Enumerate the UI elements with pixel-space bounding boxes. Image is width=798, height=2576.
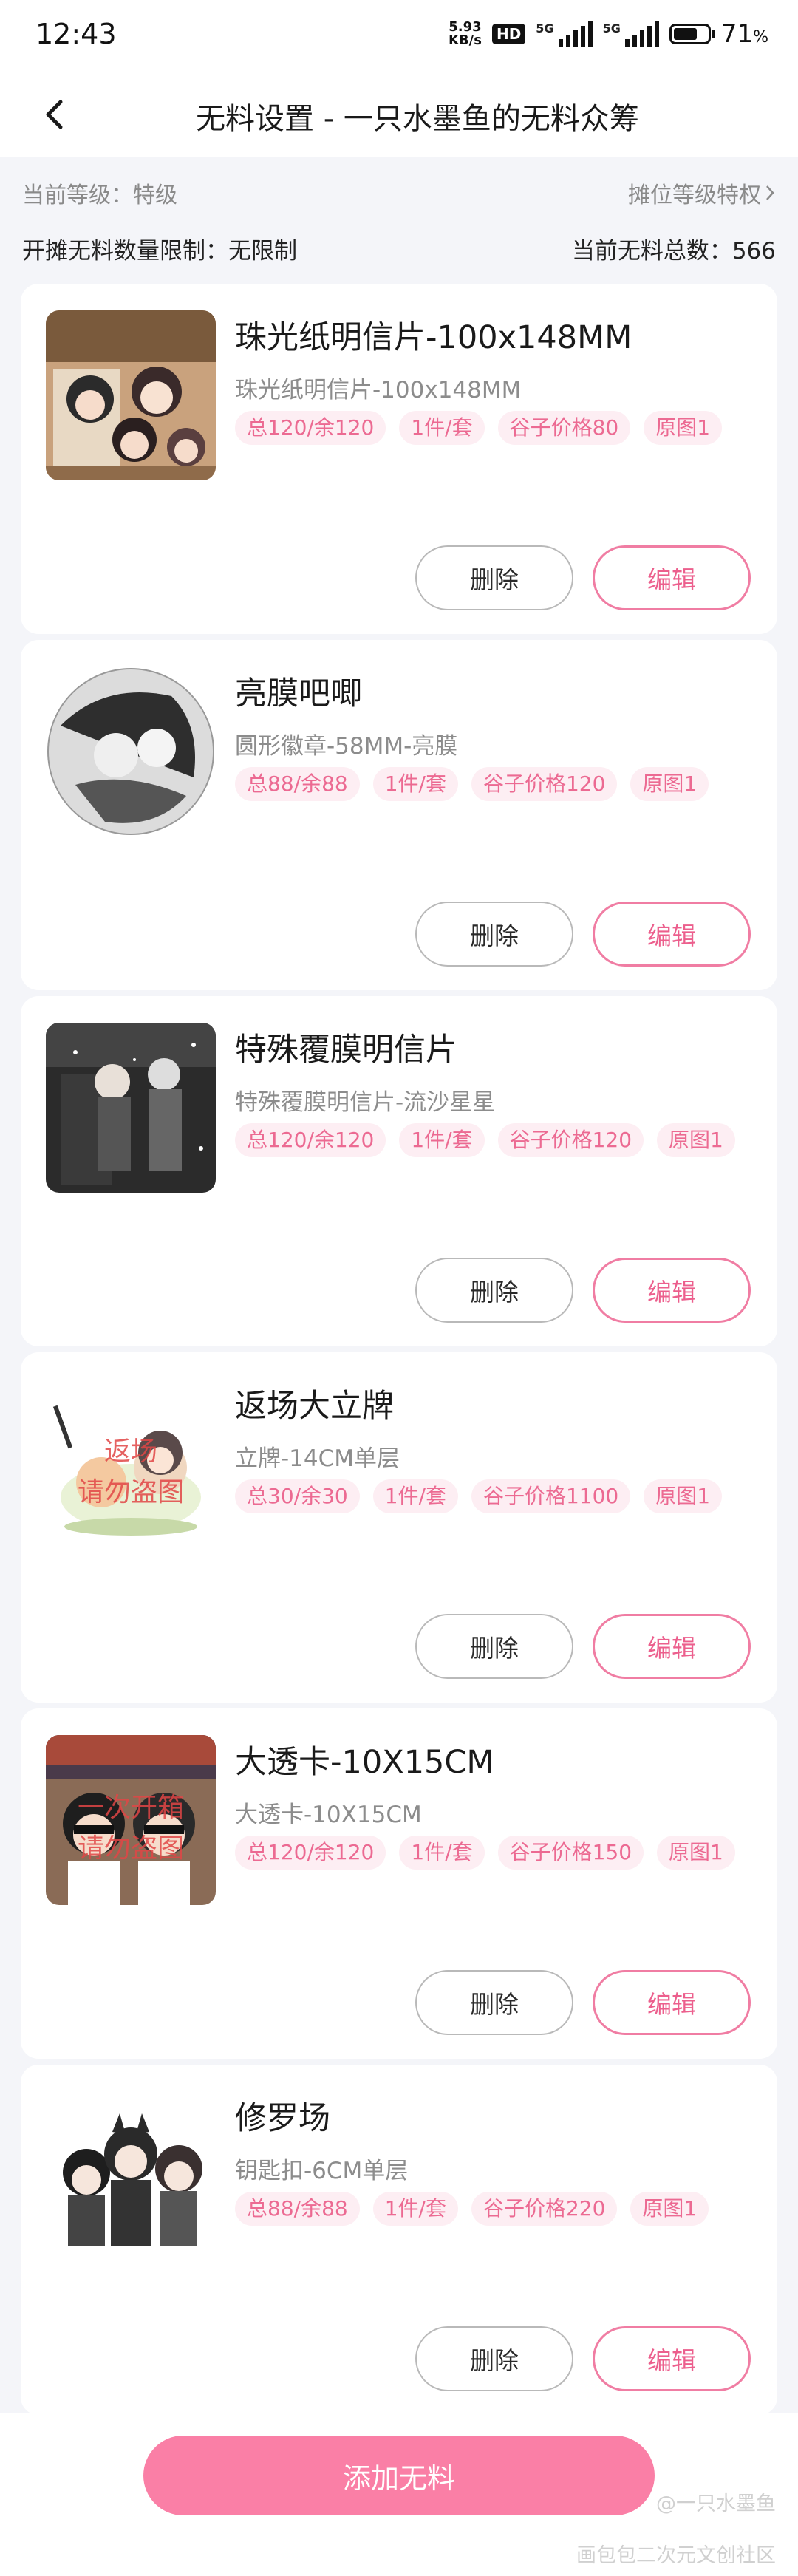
item-subtitle: 立牌-14CM单层 bbox=[235, 1445, 400, 1472]
edit-button[interactable]: 编辑 bbox=[593, 2326, 751, 2391]
item-tags: 总30/余30 1件/套 谷子价格1100 原图1 bbox=[235, 1479, 752, 1513]
item-tag: 谷子价格120 bbox=[471, 767, 618, 801]
item-title: 特殊覆膜明信片 bbox=[235, 1032, 457, 1069]
item-tags: 总88/余88 1件/套 谷子价格120 原图1 bbox=[235, 767, 752, 801]
limit-row: 开摊无料数量限制：无限制 当前无料总数：566 bbox=[22, 228, 776, 269]
keychain-thumbnail[interactable] bbox=[46, 2091, 216, 2261]
svg-text:请勿盗图: 请勿盗图 bbox=[78, 1477, 184, 1507]
nav-header: 无料设置 - 一只水墨鱼的无料众筹 bbox=[0, 74, 798, 157]
item-tag: 总120/余120 bbox=[235, 1836, 386, 1870]
delete-button[interactable]: 删除 bbox=[415, 545, 573, 610]
item-subtitle: 珠光纸明信片-100x148MM bbox=[235, 377, 522, 403]
item-tag: 原图1 bbox=[630, 767, 709, 801]
item-card: 亮膜吧唧圆形徽章-58MM-亮膜总88/余88 1件/套 谷子价格120 原图1 删除编… bbox=[21, 640, 777, 990]
item-tags: 总88/余88 1件/套 谷子价格220 原图1 bbox=[235, 2192, 752, 2226]
item-subtitle: 特殊覆膜明信片-流沙星星 bbox=[235, 1089, 496, 1116]
item-tag: 1件/套 bbox=[399, 1836, 485, 1870]
svg-text:请勿盗图: 请勿盗图 bbox=[78, 1833, 184, 1864]
round-badge-thumbnail[interactable] bbox=[46, 667, 216, 836]
stall-privileges-link[interactable]: 摊位等级特权 bbox=[628, 177, 776, 209]
delete-button[interactable]: 删除 bbox=[415, 1970, 573, 2035]
edit-button[interactable]: 编辑 bbox=[593, 1970, 751, 2035]
watermark-author: @一只水墨鱼 bbox=[656, 2492, 776, 2515]
item-subtitle: 钥匙扣-6CM单层 bbox=[235, 2158, 409, 2184]
page-title: 无料设置 - 一只水墨鱼的无料众筹 bbox=[196, 102, 639, 136]
item-tag: 1件/套 bbox=[372, 767, 458, 801]
item-tag: 总88/余88 bbox=[235, 2192, 360, 2226]
status-time: 12:43 bbox=[35, 18, 117, 50]
item-tag: 谷子价格120 bbox=[497, 1123, 644, 1157]
item-tag: 原图1 bbox=[657, 1123, 735, 1157]
item-card: 修罗场钥匙扣-6CM单层总88/余88 1件/套 谷子价格220 原图1 删除 编辑 bbox=[21, 2065, 777, 2415]
item-tag: 1件/套 bbox=[399, 411, 485, 445]
delete-button[interactable]: 删除 bbox=[415, 1614, 573, 1679]
edit-button[interactable]: 编辑 bbox=[593, 1258, 751, 1323]
item-tag: 总88/余88 bbox=[235, 767, 360, 801]
item-tag: 原图1 bbox=[644, 411, 723, 445]
standee-thumbnail[interactable]: 返场 请勿盗图 bbox=[46, 1379, 216, 1549]
add-item-button[interactable]: 添加无料 bbox=[143, 2436, 655, 2515]
edit-button[interactable]: 编辑 bbox=[593, 1614, 751, 1679]
current-level: 当前等级：特级 bbox=[22, 183, 177, 208]
item-tag: 原图1 bbox=[657, 1836, 735, 1870]
item-card: 特殊覆膜明信片特殊覆膜明信片-流沙星星总120/余120 1件/套 谷子价格120 原… bbox=[21, 996, 777, 1346]
item-tag: 原图1 bbox=[630, 2192, 709, 2226]
svg-text:一次开箱: 一次开箱 bbox=[78, 1793, 184, 1823]
item-title: 珠光纸明信片-100x148MM bbox=[235, 319, 632, 356]
watermark-site: 画包包二次元文创社区 bbox=[576, 2544, 776, 2567]
bottom-bar: 添加无料 @一只水墨鱼 画包包二次元文创社区 bbox=[0, 2413, 798, 2576]
clear-card-thumbnail[interactable]: 一次开箱 请勿盗图 bbox=[46, 1735, 216, 1905]
item-title: 亮膜吧唧 bbox=[235, 675, 362, 712]
item-tags: 总120/余120 1件/套 谷子价格80 原图1 bbox=[235, 411, 752, 445]
network-speed: 5.93 KB/s bbox=[448, 19, 482, 48]
svg-text:返场: 返场 bbox=[104, 1437, 157, 1467]
signal-icon-2: 5G bbox=[603, 21, 659, 47]
battery-fill bbox=[673, 28, 698, 40]
battery-percent: 71% bbox=[720, 19, 768, 49]
status-icons: 5.93 KB/s HD 5G 5G 71% bbox=[449, 19, 768, 49]
item-tag: 谷子价格80 bbox=[497, 411, 631, 445]
delete-button[interactable]: 删除 bbox=[415, 902, 573, 967]
item-tag: 原图1 bbox=[644, 1479, 723, 1513]
edit-button[interactable]: 编辑 bbox=[593, 902, 751, 967]
status-bar: 12:43 5.93 KB/s HD 5G 5G 71% bbox=[0, 0, 798, 74]
dark-illustration-thumbnail[interactable] bbox=[46, 1023, 216, 1193]
item-title: 修罗场 bbox=[235, 2100, 330, 2137]
item-card: 一次开箱 请勿盗图 大透卡-10X15CM 大透卡-10X15CM 总120/余120 1… bbox=[21, 1708, 777, 2059]
item-subtitle: 大透卡-10X15CM bbox=[235, 1802, 422, 1828]
item-tags: 总120/余120 1件/套 谷子价格150 原图1 bbox=[235, 1836, 752, 1870]
item-tag: 总120/余120 bbox=[235, 411, 386, 445]
item-tag: 谷子价格220 bbox=[471, 2192, 618, 2226]
stall-limit: 开摊无料数量限制：无限制 bbox=[22, 237, 297, 265]
item-tag: 谷子价格150 bbox=[497, 1836, 644, 1870]
item-title: 大透卡-10X15CM bbox=[235, 1744, 494, 1781]
delete-button[interactable]: 删除 bbox=[415, 1258, 573, 1323]
item-tag: 谷子价格1100 bbox=[471, 1479, 631, 1513]
battery-icon: 71% bbox=[669, 19, 768, 49]
chibi-illustration-thumbnail[interactable] bbox=[46, 310, 216, 480]
item-tag: 总120/余120 bbox=[235, 1123, 386, 1157]
item-subtitle: 圆形徽章-58MM-亮膜 bbox=[235, 733, 458, 760]
item-tag: 1件/套 bbox=[372, 1479, 458, 1513]
item-tag: 1件/套 bbox=[372, 2192, 458, 2226]
level-row: 当前等级：特级 摊位等级特权 bbox=[22, 174, 776, 211]
chevron-right-icon bbox=[766, 185, 774, 200]
item-tags: 总120/余120 1件/套 谷子价格120 原图1 bbox=[235, 1123, 752, 1157]
signal-icon: 5G bbox=[536, 21, 593, 47]
item-tag: 1件/套 bbox=[399, 1123, 485, 1157]
edit-button[interactable]: 编辑 bbox=[593, 545, 751, 610]
delete-button[interactable]: 删除 bbox=[415, 2326, 573, 2391]
item-title: 返场大立牌 bbox=[235, 1388, 394, 1425]
item-card: 返场 请勿盗图 返场大立牌 立牌-14CM单层 总30/余30 1件/套 谷子价格1100 原… bbox=[21, 1352, 777, 1703]
item-card: 珠光纸明信片-100x148MM 珠光纸明信片-100x148MM 总120/余12… bbox=[21, 284, 777, 634]
hd-icon: HD bbox=[491, 24, 526, 44]
total-count: 当前无料总数：566 bbox=[571, 237, 776, 265]
item-tag: 总30/余30 bbox=[235, 1479, 360, 1513]
